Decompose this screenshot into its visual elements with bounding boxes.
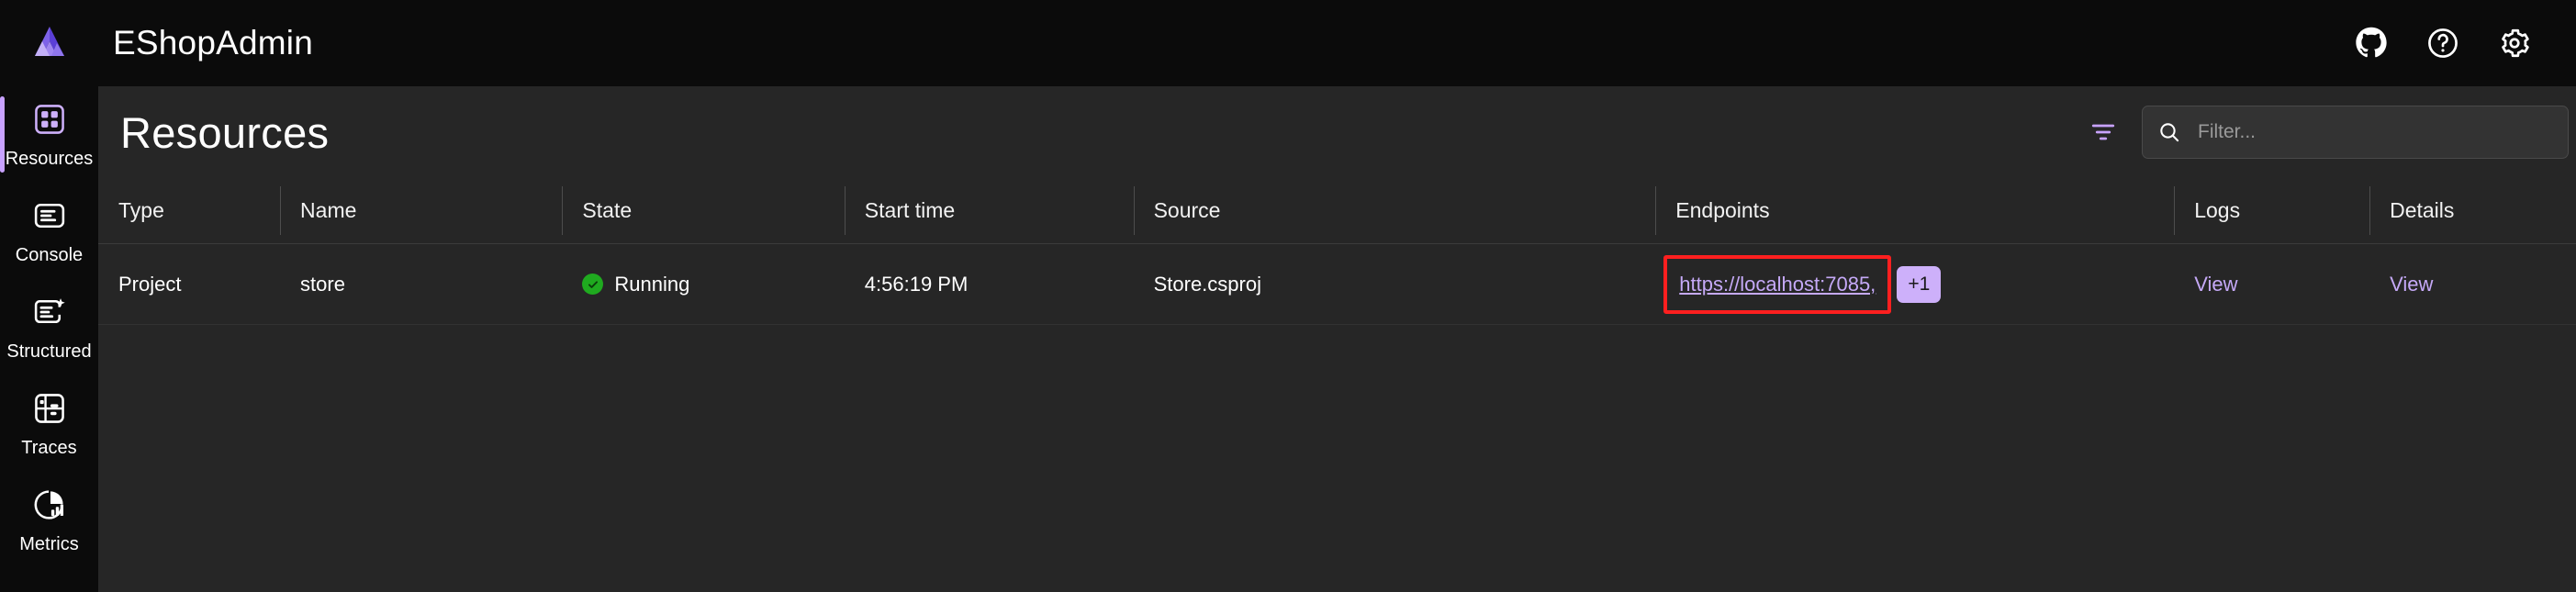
column-header-logs[interactable]: Logs	[2174, 178, 2369, 243]
sidebar-item-structured[interactable]: Structured	[0, 279, 98, 375]
column-header-endpoints[interactable]: Endpoints	[1655, 178, 2174, 243]
app-title: EShopAdmin	[113, 24, 313, 61]
details-view-link[interactable]: View	[2390, 273, 2433, 296]
sidebar-item-resources[interactable]: Resources	[0, 86, 98, 183]
aspire-dashboard: EShopAdmin Resources Console Structured …	[0, 0, 2576, 592]
resources-table: Type Name State Start time Source Endpoi…	[98, 178, 2576, 325]
cell-state: Running	[562, 244, 844, 324]
toolbar-actions	[2078, 86, 2576, 178]
sidebar-item-label: Structured	[6, 341, 92, 362]
endpoint-highlight-box: https://localhost:7085,	[1663, 254, 1892, 314]
sidebar-item-label: Metrics	[19, 533, 79, 554]
status-badge: Running	[614, 272, 690, 296]
filter-icon[interactable]	[2078, 106, 2129, 158]
github-icon[interactable]	[2350, 22, 2392, 64]
column-header-start-time[interactable]: Start time	[844, 178, 1134, 243]
column-header-source[interactable]: Source	[1133, 178, 1656, 243]
header-actions	[2350, 22, 2576, 64]
cell-source: Store.csproj	[1153, 272, 1261, 296]
sidebar-item-traces[interactable]: Traces	[0, 375, 98, 472]
aspire-logo	[0, 0, 98, 86]
sidebar-item-label: Traces	[21, 437, 77, 458]
column-header-state[interactable]: State	[562, 178, 844, 243]
main-content: Resources Filter... Type Name State Star…	[98, 86, 2576, 592]
sidebar-item-metrics[interactable]: Metrics	[0, 472, 98, 568]
search-icon	[2156, 118, 2183, 146]
cell-type: Project	[118, 272, 182, 296]
metrics-icon	[32, 487, 67, 527]
status-running-icon	[582, 274, 604, 295]
page-toolbar: Resources	[98, 86, 2576, 178]
table-row[interactable]: Project store Running 4:56:19 PM Store.c…	[98, 244, 2576, 325]
sidebar-item-label: Console	[15, 244, 84, 265]
column-header-details[interactable]: Details	[2369, 178, 2576, 243]
table-header-row: Type Name State Start time Source Endpoi…	[98, 178, 2576, 244]
cell-endpoints: https://localhost:7085, +1	[1655, 244, 2174, 324]
sidebar-item-console[interactable]: Console	[0, 183, 98, 279]
column-header-name[interactable]: Name	[280, 178, 562, 243]
cell-start-time: 4:56:19 PM	[864, 272, 969, 296]
traces-icon	[32, 391, 67, 430]
search-box[interactable]	[2142, 106, 2569, 159]
endpoint-link[interactable]: https://localhost:7085,	[1679, 273, 1876, 296]
structured-icon	[32, 295, 67, 334]
page-title: Resources	[120, 107, 330, 157]
cell-name: store	[300, 272, 345, 296]
cell-details: View	[2369, 244, 2576, 324]
column-header-type[interactable]: Type	[98, 178, 280, 243]
resources-icon	[32, 102, 67, 141]
endpoint-more-badge[interactable]: +1	[1897, 265, 1942, 303]
gear-icon[interactable]	[2493, 22, 2536, 64]
app-header: EShopAdmin	[0, 0, 2576, 86]
help-icon[interactable]	[2422, 22, 2464, 64]
console-icon	[32, 198, 67, 238]
sidebar: Resources Console Structured Traces Metr…	[0, 86, 98, 592]
logs-view-link[interactable]: View	[2194, 273, 2237, 296]
cell-logs: View	[2174, 244, 2369, 324]
sidebar-item-label: Resources	[5, 148, 94, 169]
search-input[interactable]	[2183, 121, 2555, 143]
